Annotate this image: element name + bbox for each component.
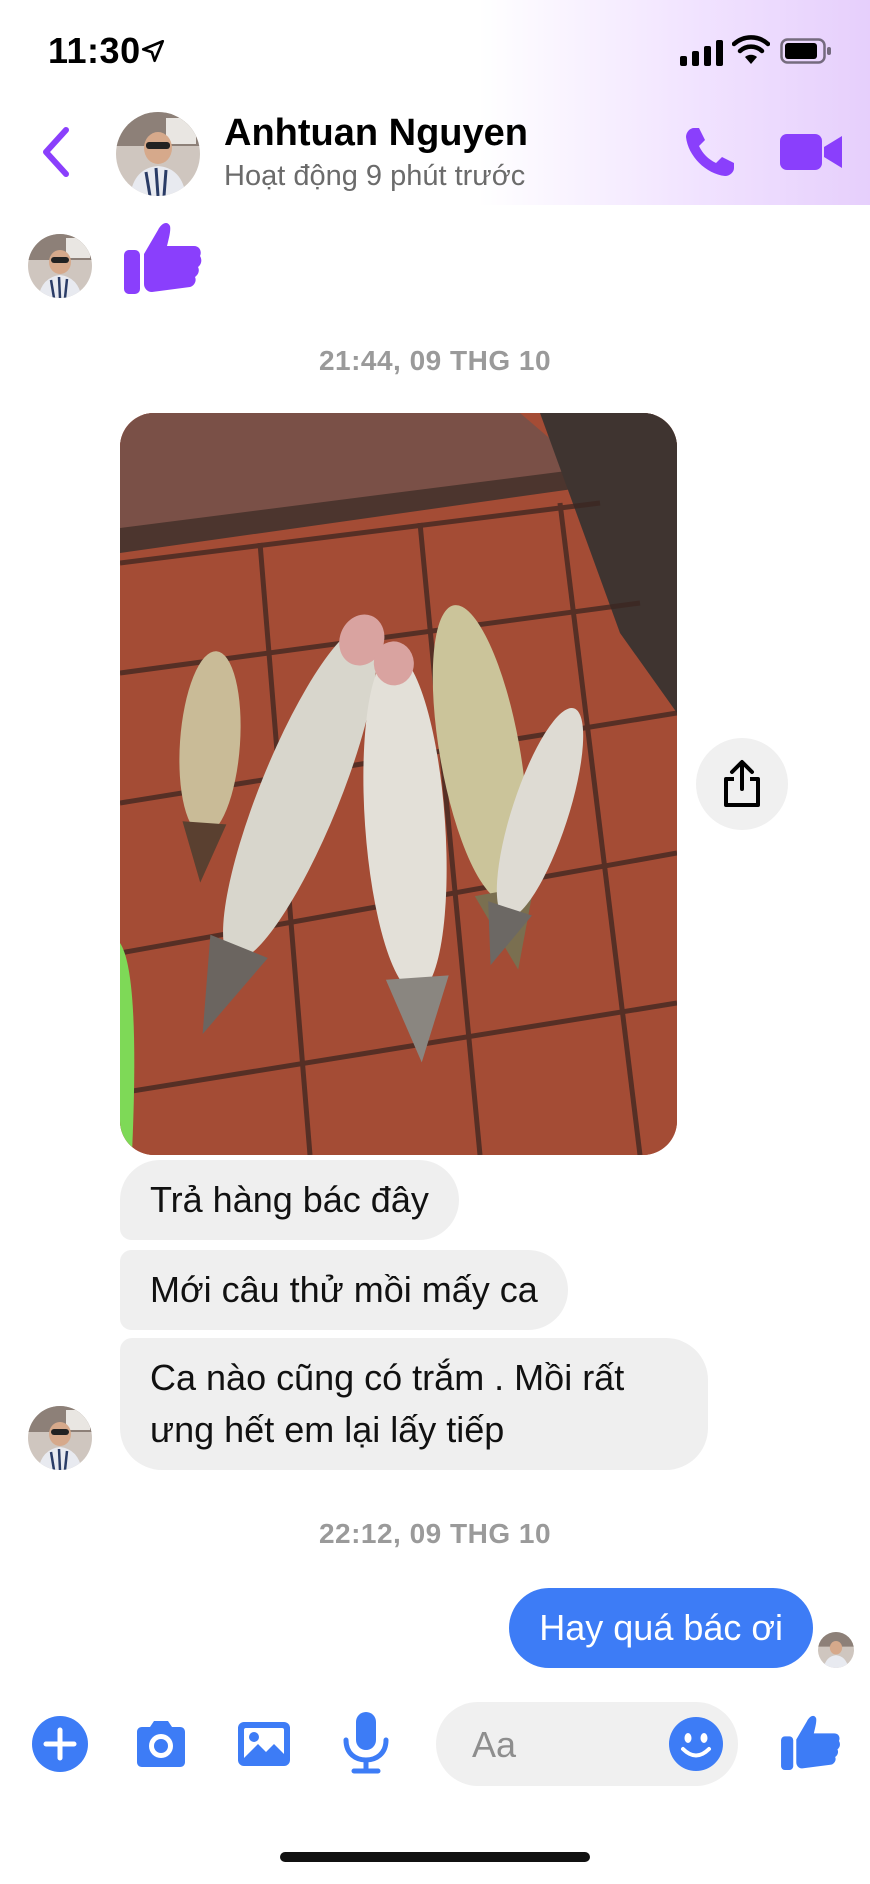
microphone-icon[interactable]: [336, 1710, 396, 1774]
share-icon: [724, 760, 760, 807]
message-input-container[interactable]: [436, 1702, 738, 1786]
phone-icon[interactable]: [680, 122, 740, 182]
incoming-message-bubble[interactable]: Mới câu thử mồi mấy ca: [120, 1250, 568, 1330]
back-button[interactable]: [36, 122, 76, 182]
contact-active-status: Hoạt động 9 phút trước: [224, 160, 526, 192]
fish-photo: [120, 413, 677, 1155]
camera-icon[interactable]: [131, 1714, 191, 1774]
location-arrow-icon: [141, 39, 165, 63]
message-text: Trả hàng bác đây: [150, 1179, 429, 1220]
video-camera-icon[interactable]: [778, 128, 844, 176]
timestamp: 21:44, 09 THG 10: [318, 345, 552, 376]
outgoing-message-bubble[interactable]: Hay quá bác ơi: [509, 1588, 813, 1668]
plus-icon[interactable]: [30, 1714, 90, 1774]
message-text: Mới câu thử mồi mấy ca: [150, 1269, 538, 1310]
image-icon[interactable]: [234, 1714, 294, 1774]
thumbs-up-icon[interactable]: [120, 214, 204, 298]
message-text: Ca nào cũng có trắm . Mồi rất ưng hết em…: [150, 1357, 625, 1450]
battery-icon: [780, 38, 831, 64]
share-button[interactable]: [696, 738, 788, 830]
timestamp: 22:12, 09 THG 10: [318, 1518, 552, 1549]
read-receipt-avatar: [818, 1632, 854, 1668]
photo-attachment[interactable]: [120, 413, 677, 1155]
wifi-icon: [732, 35, 770, 64]
avatar[interactable]: [28, 234, 92, 298]
status-time: 11:30: [48, 30, 141, 71]
message-text: Hay quá bác ơi: [539, 1607, 783, 1648]
contact-name[interactable]: Anhtuan Nguyen: [224, 112, 528, 155]
message-input[interactable]: [470, 1720, 674, 1770]
home-indicator[interactable]: [280, 1852, 590, 1862]
incoming-message-bubble[interactable]: Ca nào cũng có trắm . Mồi rất ưng hết em…: [120, 1338, 708, 1470]
emoji-icon[interactable]: [668, 1716, 724, 1772]
incoming-message-bubble[interactable]: Trả hàng bác đây: [120, 1160, 459, 1240]
avatar[interactable]: [28, 1406, 92, 1470]
thumbs-up-icon[interactable]: [778, 1706, 842, 1776]
cellular-signal-icon: [680, 38, 723, 66]
contact-avatar[interactable]: [116, 112, 200, 196]
